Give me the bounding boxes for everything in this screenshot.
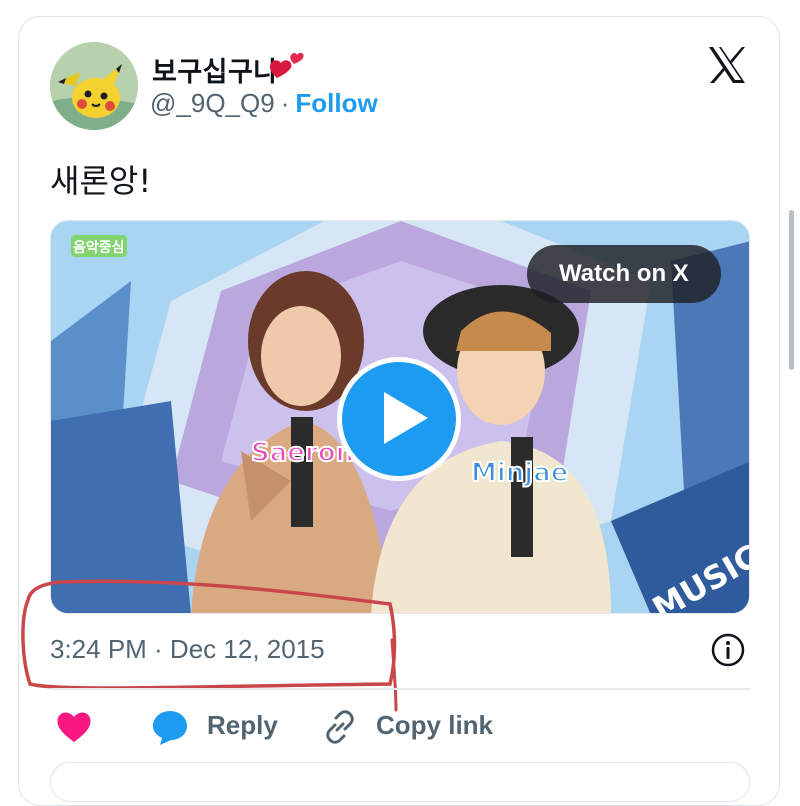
divider	[50, 688, 750, 690]
caption-right: Minjae	[471, 458, 568, 488]
copy-link-button[interactable]: Copy link	[322, 704, 502, 750]
caption-left: Saeron	[251, 438, 354, 468]
like-button[interactable]	[50, 704, 96, 750]
timestamp[interactable]: 3:24 PM · Dec 12, 2015	[50, 634, 325, 665]
video-thumbnail[interactable]: Saeron Minjae MUSIC C 음악중심 Watch on X	[50, 220, 750, 614]
info-icon[interactable]	[710, 632, 746, 668]
two-hearts-icon	[269, 52, 304, 78]
avatar[interactable]	[50, 42, 138, 130]
action-bar: Reply Copy link	[50, 704, 750, 754]
handle[interactable]: @_9Q_Q9	[150, 88, 275, 118]
separator-dot: ·	[280, 88, 290, 118]
read-replies-box[interactable]	[50, 762, 750, 802]
reply-button[interactable]: Reply	[150, 704, 290, 750]
play-icon	[384, 392, 428, 444]
watch-on-x-button[interactable]: Watch on X	[527, 245, 721, 303]
copy-link-label: Copy link	[376, 710, 494, 740]
handle-row: @_9Q_Q9 · Follow	[150, 88, 378, 119]
speech-bubble-icon	[153, 711, 187, 745]
play-button[interactable]	[337, 357, 461, 481]
tweet-text: 새론앙!	[50, 162, 152, 200]
display-name[interactable]: 보구십구나	[152, 50, 279, 89]
heart-icon	[57, 712, 91, 742]
show-logo: 음악중심	[73, 239, 125, 256]
link-icon	[326, 710, 354, 744]
reply-label: Reply	[207, 710, 278, 740]
scrollbar[interactable]	[789, 210, 794, 370]
follow-button[interactable]: Follow	[295, 88, 377, 118]
x-logo-icon[interactable]	[706, 44, 748, 86]
pikachu-avatar	[50, 42, 138, 130]
